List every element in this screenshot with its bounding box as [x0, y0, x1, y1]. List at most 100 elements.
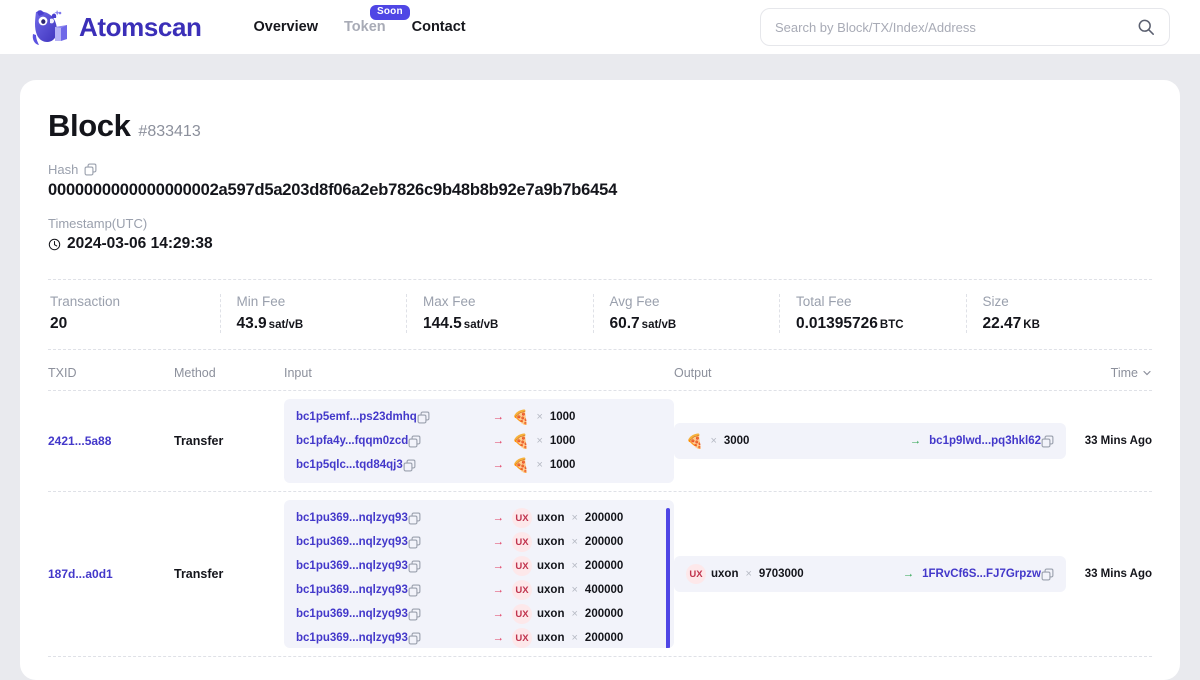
input-scrollbar-track[interactable]: [666, 504, 672, 648]
stat-unit: sat/vB: [463, 319, 499, 331]
search-icon[interactable]: [1137, 18, 1155, 36]
copy-icon[interactable]: [1041, 435, 1054, 448]
ux-token-icon: UX: [512, 580, 532, 600]
nav-item-token-label: Token: [344, 19, 386, 35]
input-address[interactable]: bc1p5emf...ps23dmhq: [296, 411, 417, 423]
stat-label: Avg Fee: [609, 294, 660, 309]
transactions-table-header: TXID Method Input Output Time: [48, 350, 1152, 391]
copy-icon[interactable]: [408, 608, 421, 621]
multiply-symbol: ×: [536, 435, 543, 447]
input-amount-group: 🍕 × 1000: [512, 410, 662, 424]
search-input[interactable]: [775, 19, 1137, 35]
nav-item-contact[interactable]: Contact: [412, 19, 466, 35]
token-amount: 200000: [584, 632, 624, 644]
token-ticker: uxon: [537, 584, 565, 596]
output-amount-group: UX uxon × 9703000: [686, 564, 866, 584]
ux-token-icon: UX: [686, 564, 706, 584]
copy-icon[interactable]: [408, 512, 421, 525]
owl-book-logo-icon: [32, 10, 67, 45]
stat-label: Transaction: [50, 294, 121, 309]
input-amount-group: UX uxon × 200000: [512, 508, 662, 528]
stat-number: 20: [50, 315, 68, 332]
input-address[interactable]: bc1pfa4y...fqqm0zcd: [296, 435, 408, 447]
copy-icon[interactable]: [408, 435, 421, 448]
txid-link[interactable]: 187d...a0d1: [48, 567, 113, 581]
input-address[interactable]: bc1pu369...nqlzyq93: [296, 584, 408, 596]
token-amount: 200000: [584, 536, 624, 548]
token-amount: 1000: [549, 435, 576, 447]
stat-value: 22.47 KB: [983, 315, 1153, 333]
arrow-in-icon: →: [492, 560, 505, 572]
page-title: Block #833413: [48, 108, 1152, 144]
pizza-token-icon: 🍕: [512, 433, 530, 449]
stat-number: 22.47: [982, 315, 1022, 332]
token-ticker: uxon: [537, 608, 565, 620]
brand-name: Atomscan: [79, 11, 202, 42]
soon-badge: Soon: [370, 5, 410, 20]
search-bar[interactable]: [760, 8, 1170, 46]
chevron-down-icon[interactable]: [1142, 368, 1152, 378]
copy-icon[interactable]: [1041, 568, 1054, 581]
multiply-symbol: ×: [571, 560, 578, 572]
pizza-token-icon: 🍕: [512, 457, 530, 473]
copy-icon[interactable]: [408, 536, 421, 549]
copy-icon[interactable]: [417, 411, 430, 424]
token-ticker: uxon: [537, 536, 565, 548]
input-scrollbar-thumb[interactable]: [666, 508, 670, 648]
stat-avg-fee: Avg Fee 60.7 sat/vB: [592, 294, 780, 333]
stat-label: Max Fee: [423, 294, 476, 309]
block-detail-card: Block #833413 Hash 0000000000000000002a5…: [20, 80, 1180, 680]
column-header-time-label: Time: [1110, 366, 1138, 380]
nav-item-token[interactable]: Token Soon: [344, 5, 410, 35]
input-amount-group: UX uxon × 200000: [512, 532, 662, 552]
input-line: bc1p5emf...ps23dmhq → 🍕 × 1000: [296, 405, 662, 429]
pizza-token-icon: 🍕: [512, 409, 530, 425]
stat-min-fee: Min Fee 43.9 sat/vB: [219, 294, 407, 333]
column-header-time[interactable]: Time: [1066, 366, 1152, 380]
input-line: bc1pu369...nqlzyq93 → UX uxon × 200000: [296, 626, 662, 648]
input-address[interactable]: bc1pu369...nqlzyq93: [296, 560, 408, 572]
stat-label: Size: [982, 294, 1009, 309]
token-amount: 200000: [584, 608, 624, 620]
copy-icon[interactable]: [408, 632, 421, 645]
multiply-symbol: ×: [571, 608, 578, 620]
table-row: 187d...a0d1 Transfer bc1pu369...nqlzyq93 → U…: [48, 492, 1152, 657]
multiply-symbol: ×: [745, 568, 752, 580]
arrow-in-icon: →: [492, 632, 505, 644]
output-address[interactable]: 1FRvCf6S...FJ7Grpzw: [922, 568, 1041, 580]
copy-icon[interactable]: [408, 560, 421, 573]
arrow-in-icon: →: [492, 459, 505, 471]
ux-token-icon: UX: [512, 628, 532, 648]
arrow-in-icon: →: [492, 608, 505, 620]
input-address[interactable]: bc1pu369...nqlzyq93: [296, 632, 408, 644]
input-line: bc1pu369...nqlzyq93 → UX uxon × 200000: [296, 530, 662, 554]
method-label: Transfer: [174, 434, 224, 448]
input-address[interactable]: bc1pu369...nqlzyq93: [296, 536, 408, 548]
txid-link[interactable]: 2421...5a88: [48, 434, 111, 448]
nav-item-overview[interactable]: Overview: [254, 19, 319, 35]
main-nav: Overview Token Soon Contact: [254, 5, 466, 35]
stat-size: Size 22.47 KB: [965, 294, 1153, 333]
arrow-out-icon: →: [909, 435, 922, 447]
input-address[interactable]: bc1pu369...nqlzyq93: [296, 608, 408, 620]
column-header-output: Output: [674, 366, 712, 380]
stat-number: 60.7: [609, 315, 640, 332]
stat-label: Total Fee: [796, 294, 852, 309]
output-address[interactable]: bc1p9lwd...pq3hkl62: [929, 435, 1041, 447]
token-amount: 200000: [584, 512, 624, 524]
nav-item-contact-label: Contact: [411, 19, 466, 35]
input-address[interactable]: bc1p5qlc...tqd84qj3: [296, 459, 403, 471]
stat-total-fee: Total Fee 0.01395726 BTC: [779, 294, 966, 333]
copy-icon[interactable]: [403, 459, 416, 472]
ux-token-icon: UX: [512, 508, 532, 528]
output-line: 🍕 × 3000 → bc1p9lwd...pq3hkl62: [686, 429, 1054, 453]
copy-icon[interactable]: [84, 163, 97, 176]
output-line: UX uxon × 9703000 → 1FRvCf6S...FJ7Grpzw: [686, 562, 1054, 586]
stat-unit: sat/vB: [641, 319, 677, 331]
block-number: #833413: [138, 123, 201, 140]
input-amount-group: UX uxon × 400000: [512, 580, 662, 600]
input-address[interactable]: bc1pu369...nqlzyq93: [296, 512, 408, 524]
brand-logo[interactable]: Atomscan: [30, 8, 202, 46]
copy-icon[interactable]: [408, 584, 421, 597]
page-title-text: Block: [48, 108, 131, 143]
